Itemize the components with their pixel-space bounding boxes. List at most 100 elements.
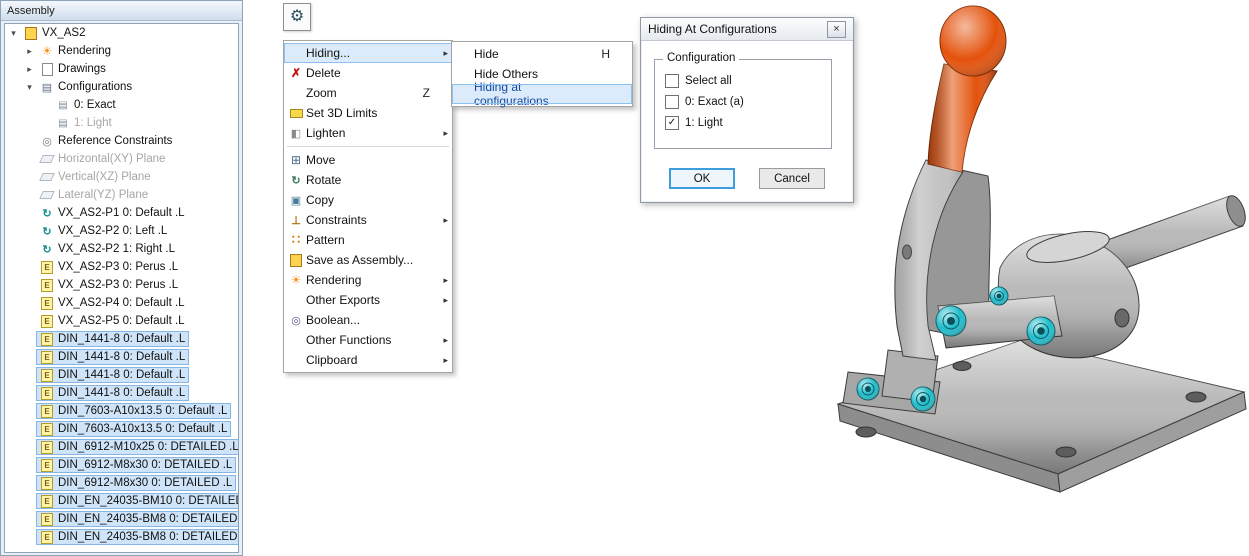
collapse-icon[interactable]: ▾	[7, 28, 20, 39]
menu-item-label: Hide Others	[474, 67, 594, 81]
tree-item-din-en-24035-bm10-0-detailed-l[interactable]: DIN_EN_24035-BM10 0: DETAILED .L	[5, 492, 238, 510]
tree-item-din-1441-8-0-default-l[interactable]: DIN_1441-8 0: Default .L	[5, 330, 238, 348]
tree-item-vx-as2-p1-0-default-l[interactable]: VX_AS2-P1 0: Default .L	[5, 204, 238, 222]
checkbox-checked-icon[interactable]: ✓	[665, 116, 679, 130]
tree-item-label: Configurations	[58, 81, 132, 93]
drawings-icon	[40, 62, 54, 76]
tree-item-din-en-24035-bm8-0-detailed-l[interactable]: DIN_EN_24035-BM8 0: DETAILED .L	[5, 510, 238, 528]
menu-item-hide[interactable]: HideH	[452, 44, 632, 64]
move-icon	[286, 153, 306, 167]
checkbox-unchecked-icon[interactable]	[665, 74, 679, 88]
dialog-body: Configuration Select all0: Exact (a)✓1: …	[642, 41, 852, 201]
tree-item-horizontal-xy-plane[interactable]: Horizontal(XY) Plane	[5, 150, 238, 168]
collapse-icon[interactable]: ▾	[23, 82, 36, 93]
tree-item-drawings[interactable]: ▸Drawings	[5, 60, 238, 78]
handle[interactable]	[928, 6, 1006, 172]
menu-item-label: Set 3D Limits	[306, 106, 414, 120]
tree-item-din-6912-m8x30-0-detailed-l[interactable]: DIN_6912-M8x30 0: DETAILED .L	[5, 456, 238, 474]
menu-item-zoom[interactable]: ZoomZ	[284, 83, 452, 103]
menu-item-delete[interactable]: Delete	[284, 63, 452, 83]
tree-item-din-6912-m8x30-0-detailed-l[interactable]: DIN_6912-M8x30 0: DETAILED .L	[5, 474, 238, 492]
screw[interactable]	[857, 378, 879, 400]
tree-item-vertical-xz-plane[interactable]: Vertical(XZ) Plane	[5, 168, 238, 186]
menu-item-lighten[interactable]: Lighten▸	[284, 123, 452, 143]
tree-item-vx-as2-p2-0-left-l[interactable]: VX_AS2-P2 0: Left .L	[5, 222, 238, 240]
menu-item-boolean[interactable]: Boolean...	[284, 310, 452, 330]
menu-item-constraints[interactable]: Constraints ▸	[284, 210, 452, 230]
tree-item-din-1441-8-0-default-l[interactable]: DIN_1441-8 0: Default .L	[5, 348, 238, 366]
tree-item-selection: VX_AS2-P5 0: Default .L	[36, 313, 189, 329]
tree-item-selection: DIN_1441-8 0: Default .L	[36, 331, 189, 347]
screw[interactable]	[1027, 317, 1055, 345]
menu-item-label: Constraints	[306, 213, 414, 227]
tree-item-vx-as2-p3-0-perus-l[interactable]: VX_AS2-P3 0: Perus .L	[5, 276, 238, 294]
tree-item-1-light[interactable]: 1: Light	[5, 114, 238, 132]
submenu-arrow-icon: ▸	[438, 215, 450, 226]
tree-item-din-7603-a10x13-5-0-default-l[interactable]: DIN_7603-A10x13.5 0: Default .L	[5, 402, 238, 420]
tree-item-0-exact[interactable]: 0: Exact	[5, 96, 238, 114]
tree-item-label: VX_AS2-P1 0: Default .L	[58, 207, 185, 219]
component-alt-icon	[40, 206, 54, 220]
tree-item-vx-as2-p5-0-default-l[interactable]: VX_AS2-P5 0: Default .L	[5, 312, 238, 330]
config-option-0-exact-a[interactable]: 0: Exact (a)	[665, 95, 831, 109]
tree-item-rendering[interactable]: ▸Rendering	[5, 42, 238, 60]
menu-item-copy[interactable]: Copy	[284, 190, 452, 210]
tree-item-selection: Lateral(YZ) Plane	[36, 187, 152, 203]
menu-item-rendering[interactable]: Rendering▸	[284, 270, 452, 290]
tree-item-vx-as2-p3-0-perus-l[interactable]: VX_AS2-P3 0: Perus .L	[5, 258, 238, 276]
tree-item-vx-as2-p4-0-default-l[interactable]: VX_AS2-P4 0: Default .L	[5, 294, 238, 312]
menu-item-rotate[interactable]: Rotate	[284, 170, 452, 190]
close-button[interactable]: ×	[827, 21, 846, 38]
tree-item-din-1441-8-0-default-l[interactable]: DIN_1441-8 0: Default .L	[5, 366, 238, 384]
component-alt-icon	[40, 224, 54, 238]
tree-item-configurations[interactable]: ▾ Configurations	[5, 78, 238, 96]
expand-icon[interactable]: ▸	[23, 64, 36, 75]
component-icon	[40, 332, 54, 346]
ok-button[interactable]: OK	[669, 168, 735, 189]
lever-hole	[903, 245, 912, 259]
submenu-arrow-icon: ▸	[438, 335, 450, 346]
tree-item-label: DIN_EN_24035-BM10 0: DETAILED .L	[58, 495, 239, 507]
expand-icon[interactable]: ▸	[23, 46, 36, 57]
submenu-arrow-icon: ▸	[438, 48, 450, 59]
screw[interactable]	[936, 306, 966, 336]
tree-item-vx-as2[interactable]: ▾VX_AS2	[5, 24, 238, 42]
menu-item-hiding[interactable]: Hiding...▸	[284, 43, 452, 63]
tree-item-din-1441-8-0-default-l[interactable]: DIN_1441-8 0: Default .L	[5, 384, 238, 402]
tree-item-din-6912-m10x25-0-detailed-l[interactable]: DIN_6912-M10x25 0: DETAILED .L	[5, 438, 238, 456]
menu-item-label: Rotate	[306, 173, 414, 187]
tree-item-reference-constraints[interactable]: Reference Constraints	[5, 132, 238, 150]
tree-item-label: DIN_1441-8 0: Default .L	[58, 369, 185, 381]
tree-item-vx-as2-p2-1-right-l[interactable]: VX_AS2-P2 1: Right .L	[5, 240, 238, 258]
tree-item-lateral-yz-plane[interactable]: Lateral(YZ) Plane	[5, 186, 238, 204]
menu-item-move[interactable]: Move	[284, 150, 452, 170]
tree-item-din-en-24035-bm8-0-detailed-l[interactable]: DIN_EN_24035-BM8 0: DETAILED .L	[5, 528, 238, 546]
menu-item-other-exports[interactable]: Other Exports▸	[284, 290, 452, 310]
checkbox-unchecked-icon[interactable]	[665, 95, 679, 109]
menu-item-set-3d-limits[interactable]: Set 3D Limits	[284, 103, 452, 123]
tree-item-label: DIN_7603-A10x13.5 0: Default .L	[58, 405, 227, 417]
menu-item-hiding-at-configurations[interactable]: Hiding at configurations	[452, 84, 632, 104]
config-option-label: 1: Light	[685, 117, 723, 129]
config-icon	[56, 116, 70, 130]
panel-header[interactable]: Assembly	[1, 1, 242, 21]
tree-item-selection: Vertical(XZ) Plane	[36, 169, 155, 185]
cancel-button[interactable]: Cancel	[759, 168, 825, 189]
menu-item-pattern[interactable]: Pattern	[284, 230, 452, 250]
menu-item-clipboard[interactable]: Clipboard▸	[284, 350, 452, 370]
menu-item-other-functions[interactable]: Other Functions▸	[284, 330, 452, 350]
screw[interactable]	[990, 287, 1008, 305]
menu-item-save-as-assembly[interactable]: Save as Assembly...	[284, 250, 452, 270]
config-option-1-light[interactable]: ✓ 1: Light	[665, 116, 831, 130]
dialog-title-bar[interactable]: Hiding At Configurations ×	[641, 18, 853, 41]
tree-item-label: Vertical(XZ) Plane	[58, 171, 151, 183]
tree-item-selection: 1: Light	[52, 115, 116, 131]
assembly-tree[interactable]: ▾VX_AS2▸Rendering▸Drawings ▾ Configuration…	[4, 23, 239, 553]
menu-shortcut: H	[594, 47, 610, 61]
tree-item-din-7603-a10x13-5-0-default-l[interactable]: DIN_7603-A10x13.5 0: Default .L	[5, 420, 238, 438]
rotate-icon	[286, 174, 306, 187]
screw[interactable]	[911, 387, 935, 411]
config-option-select-all[interactable]: Select all	[665, 74, 831, 88]
tree-item-selection: VX_AS2-P3 0: Perus .L	[36, 277, 182, 293]
gear-button[interactable]: ⚙	[283, 3, 311, 31]
